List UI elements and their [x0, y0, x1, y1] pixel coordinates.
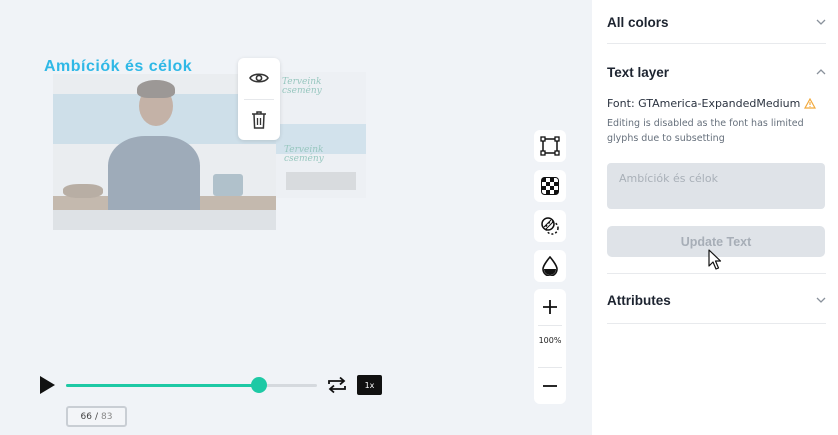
font-warning-text: Editing is disabled as the font has limi…	[607, 118, 804, 144]
transparency-tool-button[interactable]	[534, 170, 566, 202]
properties-panel: All colors Text layer Font: GTAmerica-Ex…	[592, 0, 838, 435]
zoom-controls: 100%	[534, 289, 566, 404]
all-colors-section-toggle[interactable]: All colors	[607, 12, 826, 32]
zoom-level: 100%	[538, 336, 562, 345]
attributes-section-toggle[interactable]: Attributes	[607, 290, 826, 310]
text-content-field[interactable]: Ambíciók és célok	[607, 163, 825, 209]
all-colors-title: All colors	[607, 14, 669, 30]
chevron-down-icon	[816, 19, 826, 25]
playback-speed-button[interactable]: 1x	[357, 375, 382, 395]
opacity-tool-button[interactable]	[534, 250, 566, 282]
drop-icon	[542, 256, 558, 276]
timeline-handle[interactable]	[251, 377, 268, 393]
frame-overlay-text-bottom: Terveink csemény	[284, 145, 324, 164]
play-icon	[40, 376, 55, 394]
timeline-progress	[66, 384, 260, 387]
text-layer-section-toggle[interactable]: Text layer	[607, 62, 826, 82]
plus-icon	[543, 300, 557, 314]
text-layer-title: Text layer	[607, 64, 670, 80]
attributes-title: Attributes	[607, 292, 671, 308]
chevron-up-icon	[816, 69, 826, 75]
blend-mode-tool-button[interactable]	[534, 210, 566, 242]
timeline-scrubber[interactable]	[66, 377, 317, 393]
toggle-visibility-button[interactable]	[238, 58, 280, 98]
frame-overlay-text-top: Terveink csemény	[282, 77, 322, 96]
frame-separator: /	[94, 411, 99, 422]
warning-icon	[804, 98, 817, 109]
selected-text-layer[interactable]: Ambíciók és célok	[44, 58, 192, 76]
update-text-button[interactable]: Update Text	[607, 226, 825, 257]
font-label: Font: GTAmerica-ExpandedMedium	[607, 97, 801, 110]
eye-icon	[249, 73, 269, 83]
layer-actions-popover	[238, 58, 280, 140]
play-button[interactable]	[37, 375, 57, 395]
font-info: Font: GTAmerica-ExpandedMedium	[607, 97, 817, 110]
blend-mode-icon	[541, 217, 559, 235]
total-frames: 83	[101, 411, 113, 422]
checkerboard-icon	[541, 177, 559, 195]
transform-tool-button[interactable]	[534, 130, 566, 162]
minus-icon	[543, 385, 557, 387]
delete-layer-button[interactable]	[238, 100, 280, 140]
video-preview-right[interactable]: Terveink csemény Terveink csemény	[276, 72, 366, 198]
chevron-down-icon	[816, 297, 826, 303]
frame-counter[interactable]: 66 / 83	[66, 406, 127, 427]
transform-icon	[540, 136, 560, 156]
zoom-in-button[interactable]	[534, 289, 566, 325]
video-canvas[interactable]: Terveink csemény Terveink csemény Ambíci…	[0, 0, 592, 435]
loop-button[interactable]	[326, 375, 348, 395]
trash-icon	[252, 111, 266, 129]
zoom-out-button[interactable]	[534, 368, 566, 404]
current-frame: 66	[80, 411, 92, 422]
repeat-icon	[328, 376, 346, 394]
